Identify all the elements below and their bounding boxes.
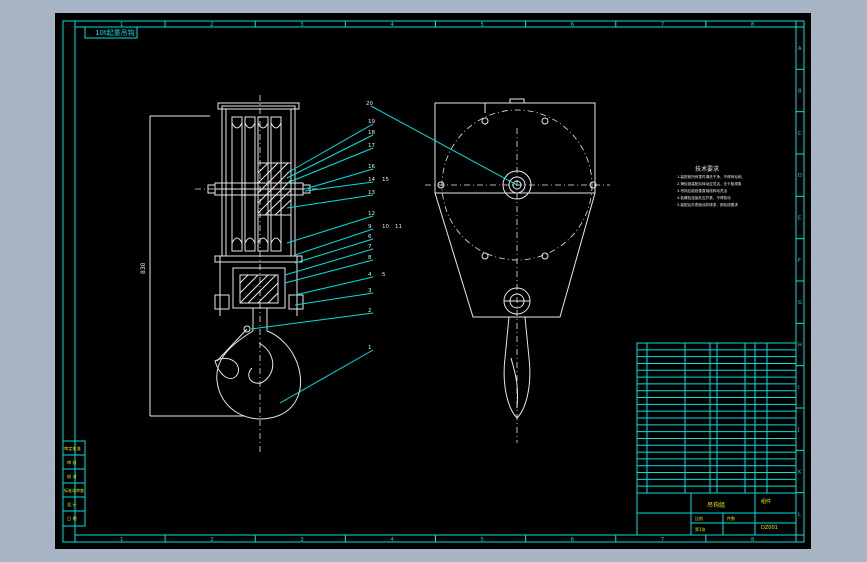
column-label: 7 — [661, 22, 664, 28]
column-label: 6 — [571, 537, 574, 543]
callout-label: 13 — [368, 190, 375, 196]
column-label: 2 — [210, 22, 213, 28]
dimension-label: 830 — [140, 262, 147, 274]
column-label: 1 — [120, 537, 123, 543]
callout-label: 10 — [382, 224, 389, 230]
callout-label: 11 — [395, 224, 402, 230]
column-label: 3 — [300, 537, 303, 543]
column-label: 5 — [481, 537, 484, 543]
left-approval-block: 审定批准 审 核 校 对 标准化审查 设 计 日 期 — [62, 440, 86, 527]
title-block-sheet: 第1张 — [695, 526, 706, 532]
parts-list — [636, 342, 797, 494]
title-block-material: 组件 — [761, 498, 771, 505]
row-label: F — [798, 258, 801, 264]
column-label: 8 — [751, 537, 754, 543]
zone-ticks — [74, 21, 804, 542]
row-label: I — [798, 385, 799, 391]
tech-note-line: 3.吊钩应能绕垂直轴线转动灵活 — [677, 188, 728, 193]
callout-label: 2 — [368, 308, 372, 314]
approval-label: 审 核 — [67, 459, 78, 466]
outer-frame — [62, 20, 805, 543]
column-label: 4 — [390, 22, 393, 28]
row-label: C — [798, 131, 802, 137]
approval-label: 设 计 — [67, 501, 77, 508]
callout-label: 14 — [368, 177, 375, 183]
approval-label: 标准化审查 — [64, 487, 84, 493]
title-block-scale: 比例 — [695, 515, 703, 521]
column-label: 7 — [661, 537, 664, 543]
row-label: B — [798, 89, 802, 95]
row-label: J — [797, 427, 799, 433]
tech-note-line: 5.装配后外表面涂防锈漆，颜色按要求 — [677, 202, 738, 207]
drawing-viewport[interactable]: 12345678 12345678 ABCDEFGHIJKL 10t起重吊钩 8… — [55, 13, 811, 549]
title-block-name: 吊钩组 — [707, 501, 725, 509]
callout-label: 9 — [368, 224, 372, 230]
callout-label: 19 — [368, 119, 375, 125]
tech-notes: 技术要求 1.装配前所有零件清洗干净，不得有毛刺、 2.滑轮组装配后转动应灵活，… — [677, 165, 745, 207]
callout-label: 12 — [368, 211, 375, 217]
callout-label: 16 — [368, 164, 375, 170]
row-label: K — [798, 470, 802, 476]
callout-label: 17 — [368, 143, 375, 149]
row-labels: A B C D E F G H I J K L — [797, 46, 802, 518]
cad-drawing: 12345678 12345678 ABCDEFGHIJKL 10t起重吊钩 8… — [62, 20, 805, 543]
tech-note-line: 1.装配前所有零件清洗干净，不得有毛刺、 — [677, 174, 745, 179]
column-label: 8 — [751, 22, 754, 28]
row-label: L — [798, 512, 801, 518]
callout-label: 18 — [368, 130, 375, 136]
row-label: H — [798, 343, 802, 349]
row-label: E — [798, 216, 801, 222]
callout-label: 5 — [382, 272, 386, 278]
title-tag: 10t起重吊钩 — [95, 28, 135, 37]
callout-labels: 1234 56789 10 11121314 151617181920 — [366, 101, 402, 351]
callout-label: 15 — [382, 177, 389, 183]
tech-notes-heading: 技术要求 — [695, 165, 719, 173]
column-label: 5 — [481, 22, 484, 28]
row-label: A — [798, 46, 802, 52]
approval-label: 审定批准 — [64, 445, 81, 452]
column-label: 6 — [571, 22, 574, 28]
callout-label: 7 — [368, 244, 372, 250]
callout-label: 6 — [368, 234, 372, 240]
callout-label: 4 — [368, 272, 372, 278]
column-label: 2 — [210, 537, 213, 543]
title-block: 吊钩组 组件 DZ001 比例 件数 第1张 — [636, 492, 797, 536]
tech-note-line: 4.各螺栓连接处应拧紧，不得松动 — [677, 195, 731, 200]
callout-label: 3 — [368, 288, 372, 294]
row-label: G — [798, 300, 802, 306]
title-block-qty: 件数 — [727, 515, 735, 521]
row-label: D — [798, 173, 802, 179]
column-label: 3 — [300, 22, 303, 28]
approval-label: 校 对 — [67, 473, 77, 480]
callout-label: 20 — [366, 101, 373, 107]
callout-label: 8 — [368, 255, 372, 261]
title-block-code: DZ001 — [761, 525, 778, 531]
tech-note-line: 2.滑轮组装配后转动应灵活，无卡阻现象 — [677, 181, 742, 186]
column-label: 4 — [390, 537, 393, 543]
front-view: 830 — [140, 95, 325, 453]
callout-label: 1 — [368, 345, 372, 351]
